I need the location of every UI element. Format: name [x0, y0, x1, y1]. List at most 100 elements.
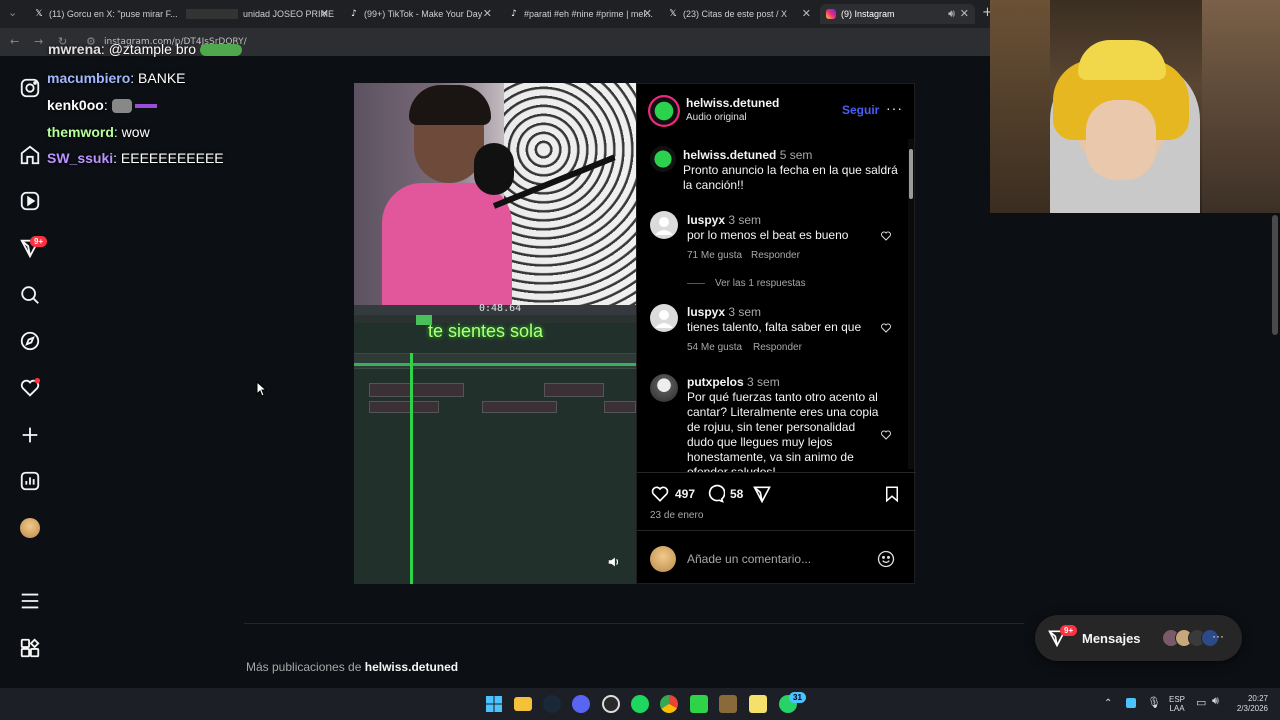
spotify-icon[interactable]	[631, 695, 649, 713]
like-icon[interactable]	[650, 484, 670, 504]
comment: luspyx 3 sem por lo menos el beat es bue…	[687, 213, 877, 243]
microphone-icon[interactable]: 🎙︎	[1147, 696, 1161, 709]
notifications-heart-icon[interactable]	[19, 377, 41, 399]
tab-3-label: (99+) TikTok - Make Your Day	[364, 9, 483, 19]
daw-playhead	[410, 353, 413, 584]
volume-tray-icon[interactable]: 🔊︎	[1212, 695, 1219, 708]
close-tab-icon[interactable]: ✕	[320, 7, 329, 20]
comment-text: por lo menos el beat es bueno	[687, 228, 849, 242]
like-comment-icon[interactable]	[880, 229, 892, 241]
tab-1-label: (11) Gorcu en X: "puse mirar F...	[49, 9, 178, 19]
close-tab-icon[interactable]: ✕	[802, 7, 811, 20]
menu-icon[interactable]	[19, 590, 41, 612]
reply-button[interactable]: Responder	[753, 342, 802, 353]
current-user-avatar	[650, 546, 676, 572]
tray-app-icon[interactable]	[1126, 698, 1136, 708]
fl-studio-icon[interactable]	[690, 695, 708, 713]
page-scrollbar[interactable]	[1272, 215, 1278, 335]
divider	[637, 530, 916, 531]
comment-likes[interactable]: 71 Me gusta	[687, 250, 742, 261]
instagram-logo-icon[interactable]	[19, 77, 41, 99]
browser-tab-2[interactable]: unidad JOSEO PRIME ✕	[180, 4, 335, 24]
browser-tab-6[interactable]: (9) Instagram 🔊︎ ✕	[820, 4, 975, 24]
add-comment-input[interactable]: Añade un comentario...	[687, 552, 811, 566]
reels-icon[interactable]	[19, 190, 41, 212]
comment-avatar[interactable]	[650, 374, 678, 402]
scrollbar-thumb[interactable]	[909, 149, 913, 199]
more-options-icon[interactable]: ···	[886, 100, 903, 116]
comment-likes[interactable]: 54 Me gusta	[687, 342, 742, 353]
reply-button[interactable]: Responder	[751, 250, 800, 261]
comment-avatar[interactable]	[650, 304, 678, 332]
view-replies-button[interactable]: Ver las 1 respuestas	[715, 278, 806, 289]
start-menu-icon[interactable]	[485, 695, 503, 713]
caption-time: 5 sem	[779, 148, 813, 162]
close-tab-icon[interactable]: ✕	[643, 7, 652, 20]
close-tab-icon[interactable]: ✕	[483, 7, 492, 20]
browser-tab-4[interactable]: ♪ #parati #eh #nine #prime | mel... ✕	[503, 4, 658, 24]
clock-time: 20:27	[1247, 694, 1268, 703]
profile-avatar[interactable]	[19, 517, 41, 539]
author-username[interactable]: helwiss.detuned	[686, 96, 779, 110]
tab-list-dropdown-icon[interactable]: ⌄	[8, 6, 17, 19]
create-icon[interactable]	[19, 424, 41, 446]
audio-label[interactable]: Audio original	[686, 112, 747, 123]
search-icon[interactable]	[19, 284, 41, 306]
chat-user: mwrena	[48, 41, 101, 57]
person-beanie	[1078, 40, 1166, 80]
more-posts-user[interactable]: helwiss.detuned	[365, 660, 458, 674]
more-posts-prefix: Más publicaciones de	[246, 660, 362, 674]
save-icon[interactable]	[883, 484, 901, 504]
explore-icon[interactable]	[19, 330, 41, 352]
close-tab-icon[interactable]: ✕	[960, 7, 969, 20]
mouse-cursor-icon	[256, 380, 268, 402]
browser-tab-1[interactable]: 𝕏 (11) Gorcu en X: "puse mirar F...	[28, 4, 178, 24]
volume-icon[interactable]	[607, 555, 621, 569]
person-shirt	[382, 183, 512, 305]
caption-avatar[interactable]	[650, 146, 676, 172]
more-apps-icon[interactable]	[19, 637, 41, 659]
follow-button[interactable]: Seguir	[842, 103, 879, 117]
comment-avatar[interactable]	[650, 211, 678, 239]
network-icon[interactable]: ▭	[1196, 696, 1206, 709]
forward-icon[interactable]: →	[34, 35, 43, 48]
comment-icon[interactable]	[705, 484, 726, 504]
discord-icon[interactable]	[572, 695, 590, 713]
steam-icon[interactable]	[543, 695, 561, 713]
messages-button[interactable]: 9+ Mensajes ···	[1035, 615, 1242, 661]
browser-tab-5[interactable]: 𝕏 (23) Citas de este post / X ✕	[662, 4, 817, 24]
chrome-icon[interactable]	[660, 695, 678, 713]
caption-username[interactable]: helwiss.detuned	[683, 148, 776, 162]
like-count[interactable]: 497	[675, 487, 695, 501]
comment-username[interactable]: luspyx	[687, 213, 725, 227]
mute-tab-icon[interactable]: 🔊︎	[948, 7, 955, 21]
author-avatar[interactable]	[648, 95, 680, 127]
comment-text: Por qué fuerzas tanto otro acento al can…	[687, 390, 879, 472]
comments-scrollbar[interactable]	[908, 139, 914, 469]
comment-username[interactable]: putxpelos	[687, 375, 744, 389]
chat-text: @ztample bro	[108, 41, 197, 57]
tab-6-label: (9) Instagram	[841, 9, 895, 19]
like-comment-icon[interactable]	[880, 321, 892, 333]
comment-count[interactable]: 58	[730, 487, 743, 501]
notepad-icon[interactable]	[749, 695, 767, 713]
tray-overflow-icon[interactable]: ⌃	[1104, 698, 1112, 709]
browser-tab-3[interactable]: ♪ (99+) TikTok - Make Your Day ✕	[343, 4, 498, 24]
home-icon[interactable]	[19, 144, 41, 166]
file-explorer-icon[interactable]	[514, 697, 532, 711]
chat-message: macumbiero: BANKE	[47, 70, 186, 86]
daw-waveform	[354, 363, 636, 366]
like-comment-icon[interactable]	[880, 428, 892, 440]
github-icon[interactable]	[602, 695, 620, 713]
emoji-icon[interactable]	[876, 549, 896, 569]
chat-text: EEEEEEEEEEE	[120, 150, 224, 166]
language-indicator[interactable]: ESP LAA	[1169, 695, 1185, 713]
back-icon[interactable]: ←	[10, 35, 19, 48]
comment-username[interactable]: luspyx	[687, 305, 725, 319]
dashboard-icon[interactable]	[19, 470, 41, 492]
post-video[interactable]: 0:48.64 te sientes sola	[354, 83, 636, 584]
share-icon[interactable]	[752, 484, 772, 504]
clock[interactable]: 20:27 2/3/2026	[1230, 694, 1268, 714]
chat-message: mwrena: @ztample bro	[48, 41, 242, 57]
app-icon[interactable]	[719, 695, 737, 713]
